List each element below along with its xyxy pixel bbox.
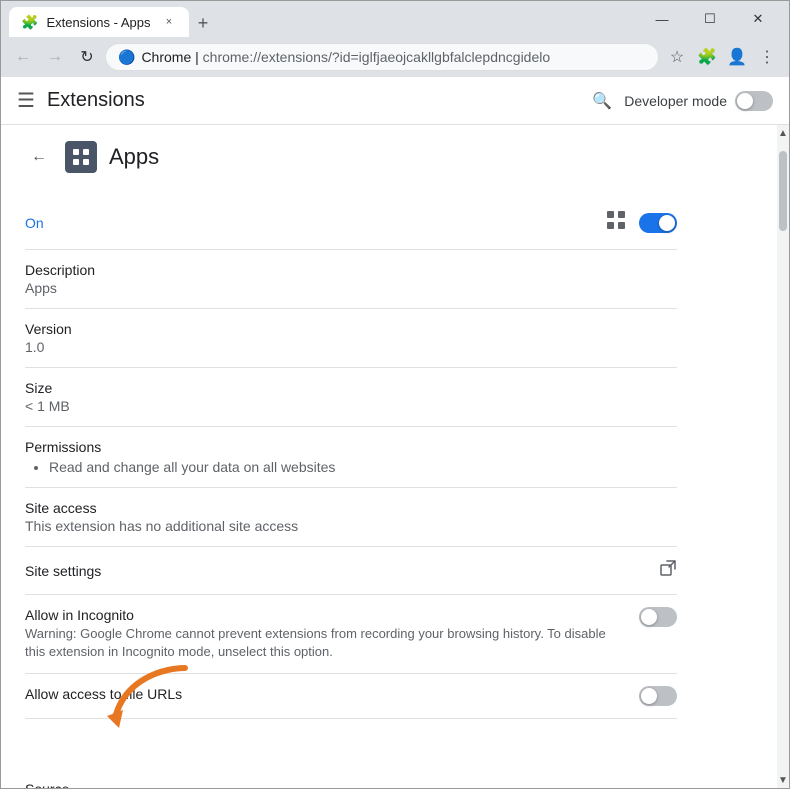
content-wrapper: ← Apps On (1, 125, 789, 788)
active-tab[interactable]: 🧩 Extensions - Apps × (9, 7, 189, 37)
tab-close-button[interactable]: × (161, 14, 177, 30)
minimize-button[interactable]: — (639, 1, 685, 37)
extensions-button[interactable]: 🧩 (693, 43, 721, 71)
extensions-header: ☰ Extensions 🔍 Developer mode (1, 77, 789, 125)
url-separator: | (195, 49, 203, 65)
app-name: Apps (109, 144, 159, 170)
tab-bar: 🧩 Extensions - Apps × + (9, 1, 635, 37)
site-settings-row: Site settings (25, 547, 677, 595)
title-bar-controls: — ☐ ✕ (639, 1, 781, 37)
scrollbar[interactable]: ▲ ▼ (777, 125, 789, 788)
title-bar: 🧩 Extensions - Apps × + — ☐ ✕ (1, 1, 789, 37)
profile-button[interactable]: 👤 (723, 43, 751, 71)
external-link-icon[interactable] (659, 559, 677, 582)
url-text: Chrome | chrome://extensions/?id=iglfjae… (141, 49, 646, 65)
allow-incognito-toggle[interactable] (639, 607, 677, 627)
size-section: Size < 1 MB (25, 368, 677, 427)
reload-button[interactable]: ↻ (73, 43, 101, 71)
app-icon (65, 141, 97, 173)
site-access-section: Site access This extension has no additi… (25, 488, 677, 547)
address-actions: ☆ 🧩 👤 ⋮ (663, 43, 781, 71)
allow-incognito-title: Allow in Incognito (25, 607, 623, 623)
extensions-title: Extensions (47, 89, 576, 112)
scroll-thumb[interactable] (779, 151, 787, 231)
close-button[interactable]: ✕ (735, 1, 781, 37)
source-section: Source Not from Chrome Web Store. (25, 769, 677, 788)
extension-enable-toggle[interactable] (639, 213, 677, 233)
hamburger-menu-icon[interactable]: ☰ (17, 88, 35, 113)
main-content: ← Apps On (1, 125, 777, 788)
permission-item: Read and change all your data on all web… (49, 459, 677, 475)
browser-menu-button[interactable]: ⋮ (753, 43, 781, 71)
size-label: Size (25, 380, 677, 396)
scroll-down-button[interactable]: ▼ (777, 772, 789, 788)
developer-mode-area: 🔍 Developer mode (588, 87, 773, 115)
bookmark-button[interactable]: ☆ (663, 43, 691, 71)
url-path: chrome://extensions/?id=iglfjaeojcakllgb… (203, 49, 551, 65)
search-button[interactable]: 🔍 (588, 87, 616, 115)
allow-file-access-toggle-knob (641, 688, 657, 704)
url-bar[interactable]: 🔵 Chrome | chrome://extensions/?id=iglfj… (105, 43, 659, 71)
forward-nav-button[interactable]: → (41, 43, 69, 71)
version-value: 1.0 (25, 339, 677, 355)
description-value: Apps (25, 280, 677, 296)
tab-favicon: 🧩 (21, 14, 38, 31)
description-section: Description Apps (25, 250, 677, 309)
new-tab-button[interactable]: + (189, 9, 217, 37)
developer-mode-toggle-knob (737, 93, 753, 109)
back-header: ← Apps (25, 141, 677, 181)
site-settings-label: Site settings (25, 563, 101, 579)
permissions-section: Permissions Read and change all your dat… (25, 427, 677, 488)
version-label: Version (25, 321, 677, 337)
site-access-label: Site access (25, 500, 677, 516)
url-security-icon: 🔵 (118, 49, 135, 66)
url-domain: Chrome (141, 49, 191, 65)
developer-mode-toggle[interactable] (735, 91, 773, 111)
version-section: Version 1.0 (25, 309, 677, 368)
description-label: Description (25, 262, 677, 278)
extension-enable-toggle-knob (659, 215, 675, 231)
size-value: < 1 MB (25, 398, 677, 414)
allow-file-access-row: Allow access to file URLs (25, 674, 677, 719)
grid-icon[interactable] (605, 209, 627, 237)
back-button[interactable]: ← (25, 143, 53, 171)
allow-incognito-toggle-knob (641, 609, 657, 625)
allow-file-access-title: Allow access to file URLs (25, 686, 623, 702)
maximize-button[interactable]: ☐ (687, 1, 733, 37)
address-bar: ← → ↻ 🔵 Chrome | chrome://extensions/?id… (1, 37, 789, 77)
allow-incognito-left: Allow in Incognito Warning: Google Chrom… (25, 607, 623, 661)
allow-incognito-description: Warning: Google Chrome cannot prevent ex… (25, 625, 623, 661)
source-label: Source (25, 781, 677, 788)
allow-file-access-left: Allow access to file URLs (25, 686, 623, 704)
tab-title: Extensions - Apps (46, 15, 153, 30)
back-nav-button[interactable]: ← (9, 43, 37, 71)
permissions-label: Permissions (25, 439, 677, 455)
site-access-value: This extension has no additional site ac… (25, 518, 677, 534)
scroll-track (777, 141, 789, 772)
allow-incognito-row: Allow in Incognito Warning: Google Chrom… (25, 595, 677, 674)
status-on-label: On (25, 215, 44, 231)
on-off-row: On (25, 197, 677, 250)
scroll-up-button[interactable]: ▲ (777, 125, 789, 141)
extension-detail: ← Apps On (1, 125, 701, 788)
developer-mode-label: Developer mode (624, 93, 727, 109)
on-row-right (605, 209, 677, 237)
browser-window: 🧩 Extensions - Apps × + — ☐ ✕ ← → ↻ 🔵 Ch… (0, 0, 790, 789)
permissions-list: Read and change all your data on all web… (25, 459, 677, 475)
allow-file-access-toggle[interactable] (639, 686, 677, 706)
